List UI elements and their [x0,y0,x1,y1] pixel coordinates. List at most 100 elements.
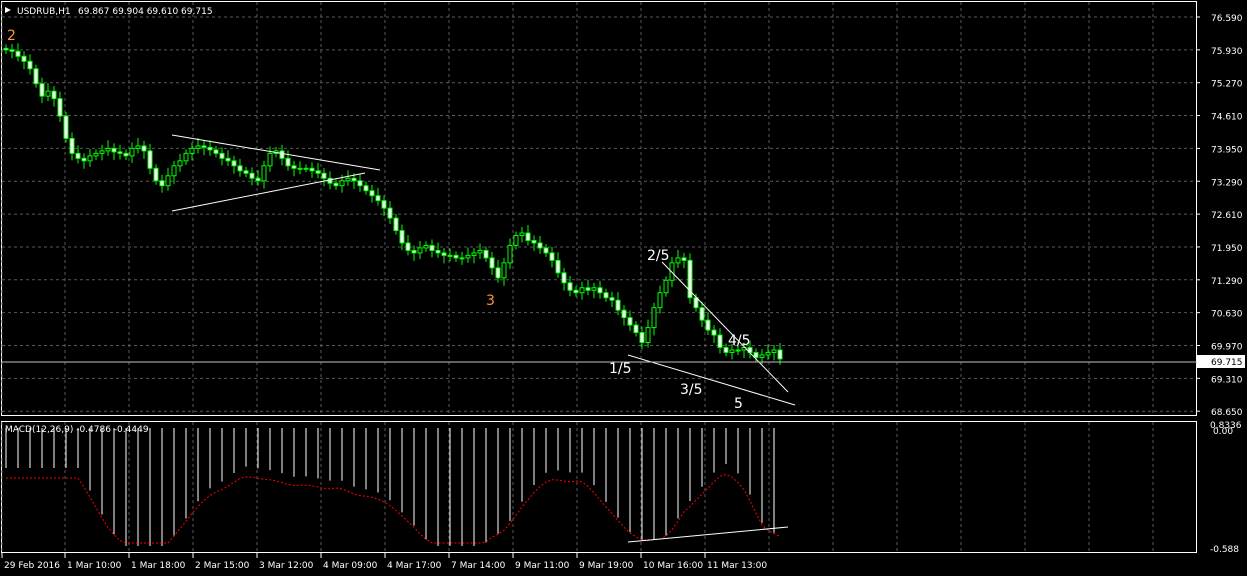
candle-body [603,292,609,299]
candle-body [351,177,357,182]
candle-body [3,47,9,51]
candle-body [651,307,657,329]
candle-body [609,297,615,301]
candle-body [189,147,195,154]
candle-body [345,177,351,182]
time-tick-label: 4 Mar 17:00 [387,561,442,571]
price-tick-label: 68.650 [1211,408,1243,418]
candle-body [225,157,231,162]
candle-body [555,259,561,274]
candle-body [465,254,471,259]
candle-body [201,145,207,148]
candle-body [417,247,423,254]
triangle-upper-line[interactable] [171,134,381,171]
price-tick-label: 71.950 [1211,244,1243,254]
candle-body [573,289,579,294]
candle-body [237,165,243,172]
macd-divergence-line[interactable] [627,526,789,543]
candle-body [219,152,225,159]
candle-body [657,292,663,309]
time-tick-label: 2 Mar 15:00 [195,561,250,571]
candle-body [663,279,669,294]
candle-body [633,324,639,334]
candle-body [267,152,273,167]
price-tick-label: 73.950 [1211,145,1243,155]
price-tick-label: 74.610 [1211,113,1243,123]
current-price-label: 69.715 [1211,358,1243,368]
candle-body [141,145,147,152]
candle-body [513,235,519,246]
chart-window[interactable]: USDRUB,H1 69.867 69.904 69.610 69.715 2 … [0,0,1247,576]
candle-body [375,195,381,202]
symbol-menu-icon[interactable] [5,7,11,13]
candle-body [585,287,591,291]
wave-label-2: 2 [7,28,16,44]
candle-body [483,249,489,259]
candle-body [63,115,69,139]
candle-body [549,252,555,261]
candle-body [357,180,363,187]
candle-body [423,244,429,249]
candle-body [489,257,495,269]
time-tick-label: 10 Mar 16:00 [643,561,703,571]
candle-body [285,157,291,167]
candle-body [27,60,33,70]
candle-body [645,327,651,344]
candle-body [501,262,507,279]
candle-body [477,249,483,254]
candle-body [711,329,717,336]
candle-body [729,349,735,353]
wave-label-5: 5 [734,396,743,412]
price-tick-label: 75.930 [1211,47,1243,57]
candle-body [381,200,387,209]
time-tick-label: 11 Mar 13:00 [707,561,767,571]
time-axis[interactable]: 29 Feb 2016 1 Mar 10:00 1 Mar 18:00 2 Mar 1… [1,553,767,571]
candle-body [699,307,705,321]
candle-body [279,150,285,159]
candle-body [249,172,255,179]
candle-body [177,160,183,167]
candle-body [213,149,219,154]
candle-body [291,165,297,169]
candle-body [627,317,633,326]
candle-body [519,232,525,237]
candle-body [675,257,681,264]
candle-body [57,98,63,117]
candle-body [765,351,771,356]
candle-body [525,232,531,241]
price-tick-label: 75.270 [1211,80,1243,90]
candle-body [315,170,321,174]
candle-body [507,244,513,264]
time-tick-label: 29 Feb 2016 [4,561,60,571]
triangle-lower-line[interactable] [171,172,366,212]
candle-body [39,83,45,97]
ohlc-values: 69.867 69.904 69.610 69.715 [78,7,213,17]
candle-body [459,257,465,260]
wave-label-1-5: 1/5 [609,361,632,377]
macd-plot-frame [1,421,1197,553]
candle-body [51,90,57,100]
candle-body [435,249,441,254]
candle-body [171,165,177,177]
candle-body [105,147,111,152]
price-tick-label: 69.970 [1211,343,1243,353]
wave-label-2-5: 2/5 [647,248,670,264]
macd-axis-bottom: -0.588 [1210,545,1239,555]
candle-body [405,242,411,251]
candle-body [75,152,81,159]
candle-body [243,170,249,174]
candle-body [561,272,567,284]
candle-body [33,68,39,85]
candle-body [207,146,213,151]
candle-body [153,167,159,182]
candle-body [81,157,87,162]
candle-body [9,49,15,52]
price-tick-label: 76.590 [1211,14,1243,24]
candle-body [591,287,597,291]
candle-body [333,182,339,187]
price-tick-label: 70.630 [1211,310,1243,320]
candle-body [261,165,267,182]
time-tick-label: 1 Mar 10:00 [67,561,122,571]
candle-body [447,254,453,257]
candle-body [93,152,99,157]
